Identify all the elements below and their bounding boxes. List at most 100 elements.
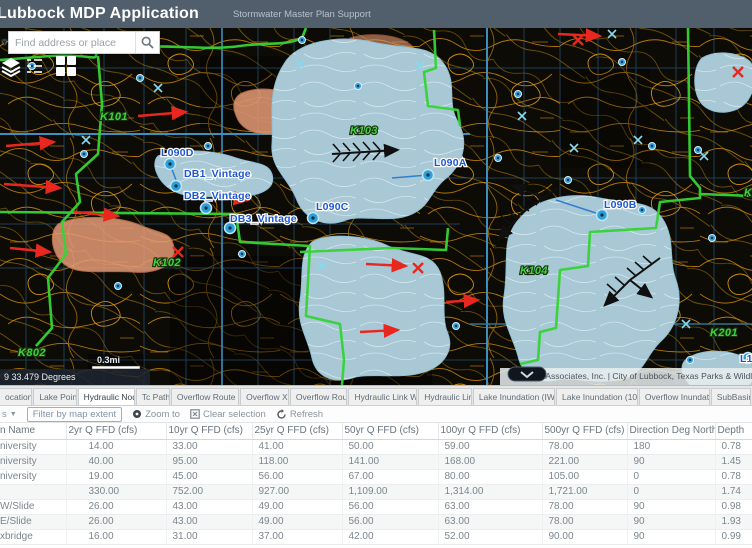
node-l090d[interactable] xyxy=(165,159,176,170)
search-icon xyxy=(141,36,154,49)
table-cell: niversity xyxy=(0,454,66,469)
table-cell: 1.74 xyxy=(715,484,752,499)
attribute-table-panel: ocation Lake Point Hydraulic Node Tc Pat… xyxy=(0,385,752,548)
table-cell: niversity xyxy=(0,469,66,484)
tab-lake-inundation-100yr[interactable]: Lake Inundation (100yr) xyxy=(556,388,638,405)
table-cell: 141.00 xyxy=(342,454,438,469)
app-subtitle: Stormwater Master Plan Support xyxy=(233,9,371,20)
basin-label-k104: K104 xyxy=(520,265,548,277)
search-button[interactable] xyxy=(135,32,159,53)
table-cell: 0 xyxy=(627,484,715,499)
coordinate-readout: 9 33.479 Degrees xyxy=(0,369,150,385)
table-row[interactable]: W/Slide 26.00 43.00 49.00 56.00 63.00 78… xyxy=(0,499,752,514)
tab-overflow-xs[interactable]: Overflow XS xyxy=(240,388,289,405)
node-label-db3: DB3_Vintage xyxy=(230,213,297,225)
table-cell: 80.00 xyxy=(438,469,542,484)
table-cell: 78.00 xyxy=(542,499,627,514)
tab-hydraulic-link-weir[interactable]: Hydraulic Link Weir xyxy=(348,388,417,405)
column-header-50yr[interactable]: 50yr Q FFD (cfs) xyxy=(342,423,438,439)
table-cell: 56.00 xyxy=(252,469,342,484)
table-cell: niversity xyxy=(0,439,66,454)
table-header-row: n Name 2yr Q FFD (cfs) 10yr Q FFD (cfs) … xyxy=(0,423,752,439)
column-header-10yr[interactable]: 10yr Q FFD (cfs) xyxy=(166,423,252,439)
tab-location[interactable]: ocation xyxy=(0,388,32,405)
tab-overflow-route-xs[interactable]: Overflow Route XS xyxy=(171,388,239,405)
column-header-name[interactable]: n Name xyxy=(0,423,66,439)
table-cell: 45.00 xyxy=(166,469,252,484)
table-cell: 78.00 xyxy=(542,439,627,454)
basemap-gallery-button[interactable] xyxy=(56,56,78,78)
table-cell: 1,314.00 xyxy=(438,484,542,499)
basin-label-k102: K102 xyxy=(153,257,181,269)
table-cell: E/Slide xyxy=(0,514,66,529)
table-cell: 56.00 xyxy=(342,499,438,514)
table-cell: 41.00 xyxy=(252,439,342,454)
column-header-direction[interactable]: Direction Deg North xyxy=(627,423,715,439)
table-tab-bar: ocation Lake Point Hydraulic Node Tc Pat… xyxy=(0,386,752,406)
table-cell: 63.00 xyxy=(438,514,542,529)
search-input[interactable] xyxy=(9,32,135,53)
tab-hydraulic-node[interactable]: Hydraulic Node xyxy=(78,388,135,405)
tab-overflow-inundation[interactable]: Overflow Inundation xyxy=(639,388,710,405)
table-cell: 0.99 xyxy=(715,529,752,544)
table-row[interactable]: 330.00 752.00 927.00 1,109.00 1,314.00 1… xyxy=(0,484,752,499)
column-header-500yr[interactable]: 500yr Q FFD (cfs) xyxy=(542,423,627,439)
node-l090c[interactable] xyxy=(308,213,319,224)
refresh-button[interactable]: Refresh xyxy=(276,409,323,420)
refresh-icon xyxy=(276,409,287,420)
app-header: Lubbock MDP Application Stormwater Maste… xyxy=(0,0,752,28)
search-box xyxy=(8,31,160,54)
filter-by-map-extent-button[interactable]: Filter by map extent xyxy=(27,407,122,422)
table-cell: 52.00 xyxy=(438,529,542,544)
table-row[interactable]: xbridge 16.00 31.00 37.00 42.00 52.00 90… xyxy=(0,529,752,544)
tab-lake-point[interactable]: Lake Point xyxy=(33,388,76,405)
app-title: Lubbock MDP Application xyxy=(0,5,199,23)
table-row[interactable]: niversity 14.00 33.00 41.00 50.00 59.00 … xyxy=(0,439,752,454)
table-cell: 40.00 xyxy=(66,454,166,469)
clear-selection-button[interactable]: Clear selection xyxy=(190,409,266,420)
table-cell: xbridge xyxy=(0,529,66,544)
table-cell: 0 xyxy=(627,469,715,484)
zoom-to-button[interactable]: Zoom to xyxy=(132,409,180,420)
table-cell xyxy=(0,484,66,499)
table-cell: 0.78 xyxy=(715,439,752,454)
table-row[interactable]: niversity 19.00 45.00 56.00 67.00 80.00 … xyxy=(0,469,752,484)
table-cell: 59.00 xyxy=(438,439,542,454)
table-cell: 1.93 xyxy=(715,514,752,529)
zoom-to-icon xyxy=(132,409,142,419)
attribution-collapse-button[interactable] xyxy=(508,367,546,381)
node-db1[interactable] xyxy=(171,181,182,192)
column-header-depth[interactable]: Depth xyxy=(715,423,752,439)
table-cell: 63.00 xyxy=(438,499,542,514)
table-cell: 90.00 xyxy=(542,529,627,544)
basin-label-k101: K101 xyxy=(100,111,128,123)
table-cell: 42.00 xyxy=(342,529,438,544)
options-menu-button[interactable]: s ▼ xyxy=(2,409,17,420)
column-header-2yr[interactable]: 2yr Q FFD (cfs) xyxy=(66,423,166,439)
table-cell: 90 xyxy=(627,499,715,514)
column-header-100yr[interactable]: 100yr Q FFD (cfs) xyxy=(438,423,542,439)
table-cell: 78.00 xyxy=(542,514,627,529)
table-toolbar: s ▼ Filter by map extent Zoom to Clear s… xyxy=(0,406,752,423)
tab-lake-inundation-iwse[interactable]: Lake Inundation (IWSE) xyxy=(473,388,555,405)
tab-hydraulic-link[interactable]: Hydraulic Link xyxy=(418,388,472,405)
table-row[interactable]: niversity 40.00 95.00 118.00 141.00 168.… xyxy=(0,454,752,469)
map-container[interactable]: K101 K103 K102 K104 K201 K802 K2 L090D D… xyxy=(0,28,752,385)
table-cell: 43.00 xyxy=(166,514,252,529)
table-cell: 33.00 xyxy=(166,439,252,454)
table-cell: 19.00 xyxy=(66,469,166,484)
map-canvas[interactable]: K101 K103 K102 K104 K201 K802 K2 L090D D… xyxy=(0,28,752,385)
node-label-partial: L1 xyxy=(740,353,752,365)
scale-label: 0.3mi xyxy=(97,355,120,365)
clear-selection-icon xyxy=(190,409,200,419)
table-row[interactable]: E/Slide 26.00 43.00 49.00 56.00 63.00 78… xyxy=(0,514,752,529)
tab-tc-path[interactable]: Tc Path xyxy=(136,388,170,405)
tab-overflow-route[interactable]: Overflow Route xyxy=(290,388,348,405)
node-l090a[interactable] xyxy=(423,170,434,181)
table-cell: 67.00 xyxy=(342,469,438,484)
tab-subbasin[interactable]: SubBasin xyxy=(711,388,751,405)
table-cell: 43.00 xyxy=(166,499,252,514)
node-db2[interactable] xyxy=(201,203,212,214)
column-header-25yr[interactable]: 25yr Q FFD (cfs) xyxy=(252,423,342,439)
node-l090b[interactable] xyxy=(597,210,608,221)
